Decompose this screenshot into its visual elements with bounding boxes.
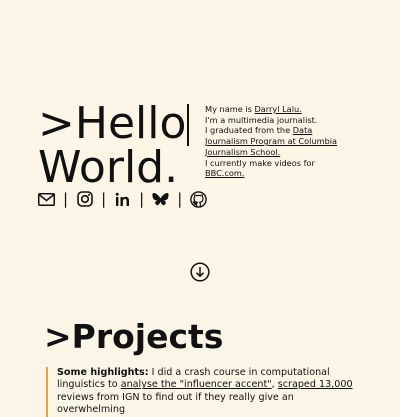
bio-education-line: I graduated from the Data Journalism Pro… xyxy=(205,125,355,157)
linkedin-icon[interactable] xyxy=(114,191,131,208)
projects-heading: >Projects xyxy=(44,317,224,356)
bio-job-prefix: I currently make videos for xyxy=(205,157,315,168)
email-icon[interactable] xyxy=(38,191,55,208)
highlights-text: Some highlights: I did a crash course in… xyxy=(57,367,357,417)
highlights-label: Some highlights: xyxy=(57,367,149,378)
influencer-accent-link[interactable]: analyse the "influencer accent" xyxy=(121,379,272,390)
social-separator: | xyxy=(63,189,69,208)
hero-title: >Hello World. xyxy=(38,102,186,190)
arrow-down-circle-icon xyxy=(190,262,210,282)
scroll-down-button[interactable] xyxy=(190,262,210,282)
bio-name-prefix: My name is xyxy=(205,104,255,114)
bio-job-line: I currently make videos for BBC.com. xyxy=(205,158,355,179)
instagram-icon[interactable] xyxy=(76,191,93,208)
highlights-text-3: reviews from IGN to find out if they rea… xyxy=(57,391,294,416)
social-separator: | xyxy=(177,189,183,208)
bio-role-line: I'm a multimedia journalist. xyxy=(205,114,318,125)
social-links: | | | | xyxy=(38,189,208,208)
hero-title-line1: >Hello xyxy=(38,98,187,149)
bio: My name is Darryl Lalu. I'm a multimedia… xyxy=(205,104,355,179)
github-icon[interactable] xyxy=(190,190,208,208)
scraped-reviews-link[interactable]: scraped 13,000 xyxy=(278,379,353,390)
social-separator: | xyxy=(139,189,145,208)
social-separator: | xyxy=(101,189,107,208)
bio-name-line: My name is Darryl Lalu. xyxy=(205,104,355,115)
text-cursor-bar xyxy=(187,104,189,146)
hero-title-line2: World. xyxy=(38,142,179,193)
name-link[interactable]: Darryl Lalu. xyxy=(254,104,301,114)
highlights-block: Some highlights: I did a crash course in… xyxy=(46,367,357,417)
bio-education-prefix: I graduated from the xyxy=(205,125,293,136)
bluesky-icon[interactable] xyxy=(152,191,169,208)
bbc-link[interactable]: BBC.com. xyxy=(205,168,245,178)
